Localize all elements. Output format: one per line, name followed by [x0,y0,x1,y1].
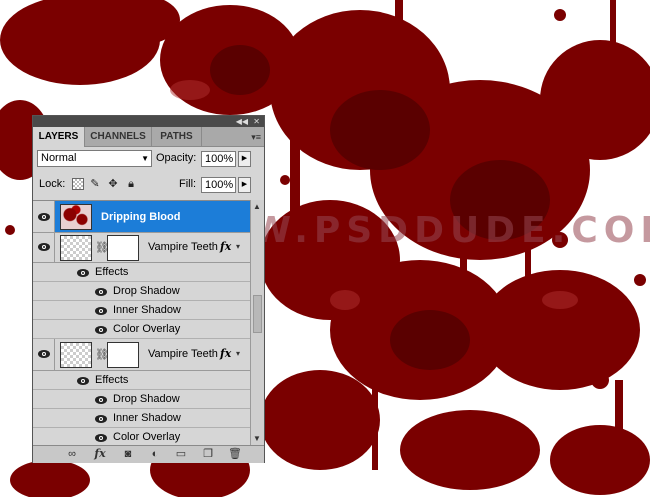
effect-row[interactable]: Drop Shadow [33,390,250,409]
layer-list-scrollbar[interactable]: ▲ ▼ [250,200,264,445]
trash-icon[interactable]: 🗑︎ [228,448,242,460]
eye-icon[interactable] [95,395,107,405]
visibility-cell[interactable] [33,233,55,262]
effect-label: Drop Shadow [113,285,180,297]
fx-icon[interactable]: fx [93,448,107,460]
eye-icon[interactable] [95,287,107,297]
layer-thumbnail[interactable] [60,204,92,230]
chevron-down-icon: ▼ [141,154,149,163]
panel-menu-icon[interactable]: ▾≡ [251,132,261,143]
layer-name[interactable]: Vampire Teeth [148,241,218,253]
expand-effects-icon[interactable]: ▾ [236,349,240,358]
new-group-icon[interactable]: ▭ [174,448,188,460]
layer-thumbnail[interactable] [60,342,92,368]
effect-label: Inner Shadow [113,412,181,424]
panel-tabs: LAYERS CHANNELS PATHS ▾≡ [33,127,264,147]
layer-mask-thumbnail[interactable] [107,235,139,261]
effects-row[interactable]: Effects [33,263,250,282]
layers-panel: ◀◀ ✕ LAYERS CHANNELS PATHS ▾≡ Normal ▼ O… [32,115,265,463]
layer-name[interactable]: Dripping Blood [101,211,180,223]
eye-icon[interactable] [95,306,107,316]
expand-effects-icon[interactable]: ▾ [236,242,240,251]
fill-flyout-button[interactable]: ▶ [238,177,251,193]
panel-titlebar[interactable]: ◀◀ ✕ [33,116,264,127]
eye-icon[interactable] [95,325,107,335]
blend-row: Normal ▼ Opacity: 100% ▶ [33,149,264,171]
tab-channels[interactable]: CHANNELS [85,127,152,146]
effect-label: Color Overlay [113,431,181,443]
scroll-up-icon[interactable]: ▲ [253,202,261,211]
lock-label: Lock: [39,178,66,190]
effect-row[interactable]: Inner Shadow [33,409,250,428]
effect-row[interactable]: Color Overlay [33,320,250,339]
eye-icon[interactable] [95,433,107,443]
effect-row[interactable]: Inner Shadow [33,301,250,320]
opacity-label: Opacity: [156,152,197,164]
scrollbar-thumb[interactable] [253,295,262,333]
lock-move-icon[interactable]: ✥ [107,178,119,190]
link-layers-icon[interactable]: ∞ [65,448,79,460]
opacity-flyout-button[interactable]: ▶ [238,151,251,167]
lock-all-icon[interactable]: 🔒︎ [125,178,137,190]
eye-icon[interactable] [77,268,89,278]
fill-label: Fill: [179,178,197,190]
eye-icon [38,243,50,251]
effect-label: Drop Shadow [113,393,180,405]
fx-icon[interactable]: fx [220,347,231,360]
tab-paths[interactable]: PATHS [152,127,202,146]
eye-icon[interactable] [95,414,107,424]
panel-footer: ∞ fx ◙ ◐ ▭ ❐ 🗑︎ [33,445,264,463]
layer-row-vampire-teeth[interactable]: ⛓ Vampire Teeth fx ▾ [33,339,250,371]
fill-field[interactable]: 100% [201,177,236,193]
collapse-icon[interactable]: ◀◀ [236,116,248,127]
layer-thumbnail[interactable] [60,235,92,261]
layer-list: Dripping Blood ⛓ Vampire Teeth fx ▾ Effe… [33,200,250,446]
effect-row[interactable]: Color Overlay [33,428,250,446]
visibility-cell[interactable] [33,339,55,370]
scroll-down-icon[interactable]: ▼ [253,434,261,443]
blend-mode-value: Normal [41,152,77,164]
eye-icon [38,213,50,221]
blend-mode-select[interactable]: Normal ▼ [37,150,152,167]
effects-row[interactable]: Effects [33,371,250,390]
eye-icon[interactable] [77,376,89,386]
new-layer-icon[interactable]: ❐ [201,448,215,460]
layer-row-dripping-blood[interactable]: Dripping Blood [33,201,250,233]
visibility-cell[interactable] [33,201,55,232]
lock-row: Lock: ✎ ✥ 🔒︎ Fill: 100% ▶ [33,175,264,197]
effect-label: Inner Shadow [113,304,181,316]
effect-label: Color Overlay [113,323,181,335]
opacity-field[interactable]: 100% [201,151,236,167]
effects-label: Effects [95,374,129,386]
add-mask-icon[interactable]: ◙ [121,448,135,460]
adjustment-layer-icon[interactable]: ◐ [148,448,162,460]
effects-label: Effects [95,266,129,278]
lock-transparent-icon[interactable] [72,178,84,190]
lock-brush-icon[interactable]: ✎ [89,178,101,190]
effect-row[interactable]: Drop Shadow [33,282,250,301]
layer-row-vampire-teeth[interactable]: ⛓ Vampire Teeth fx ▾ [33,233,250,263]
fx-icon[interactable]: fx [220,240,231,253]
close-icon[interactable]: ✕ [253,116,260,127]
layer-name[interactable]: Vampire Teeth [148,348,218,360]
tab-layers[interactable]: LAYERS [33,127,85,147]
eye-icon [38,350,50,358]
layer-mask-thumbnail[interactable] [107,342,139,368]
